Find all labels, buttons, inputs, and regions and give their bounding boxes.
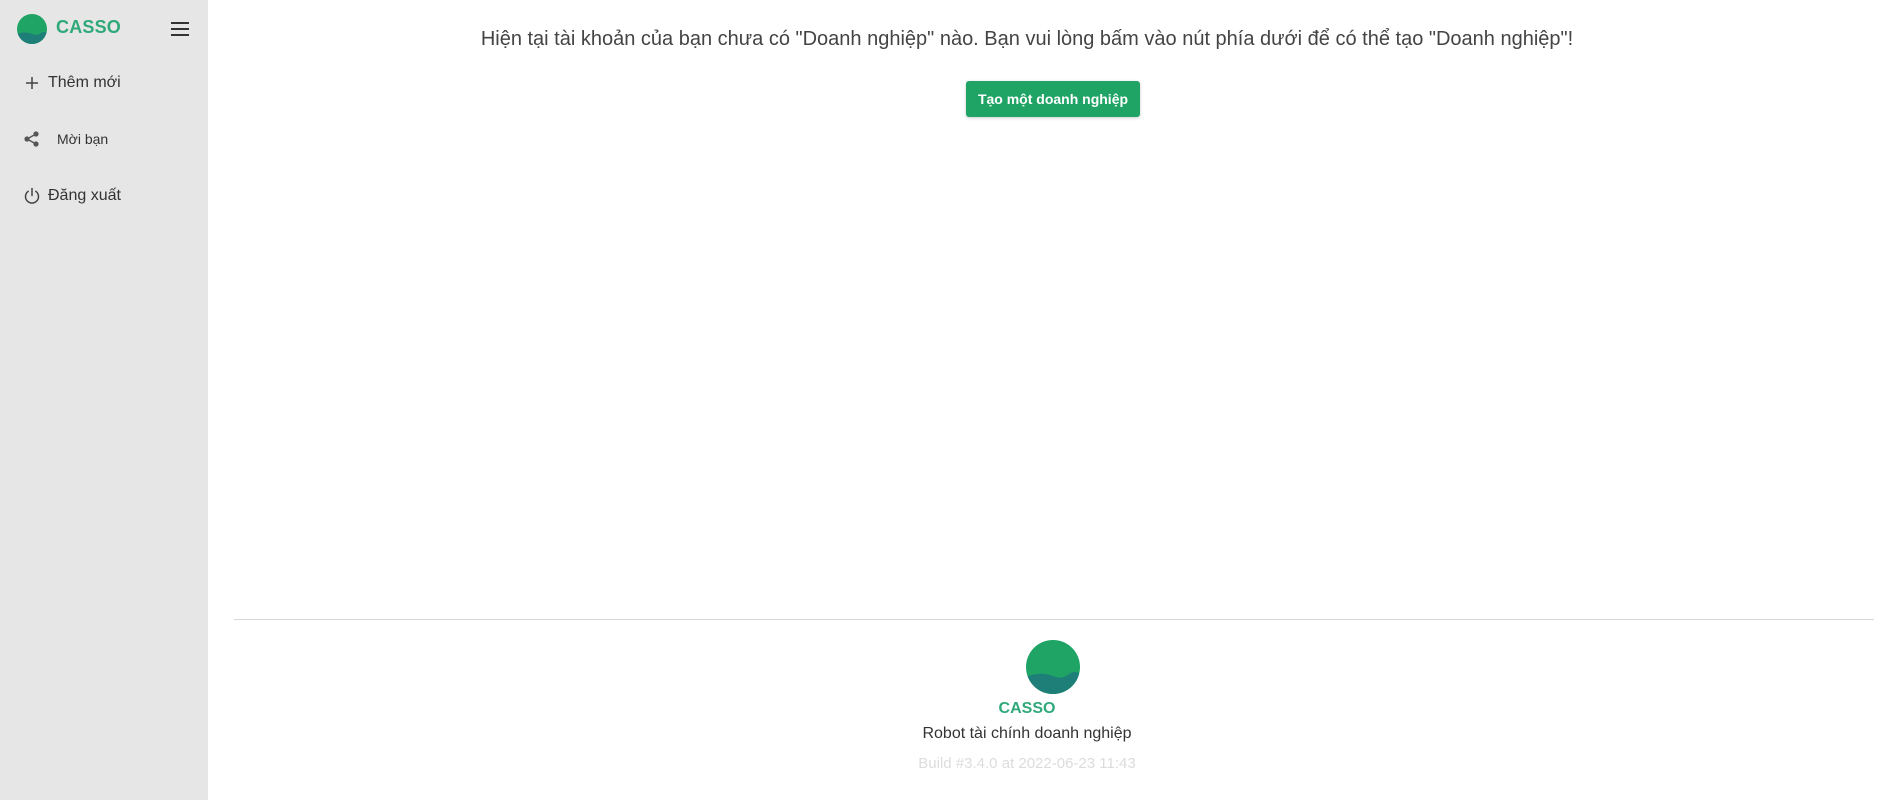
create-business-button[interactable]: Tạo một doanh nghiệp [966,81,1140,117]
sidebar-item-label: Mời bạn [57,131,109,147]
sidebar-item-logout[interactable]: Đăng xuất [0,176,208,216]
footer-divider [234,619,1874,620]
footer-brand-name: CASSO [998,700,1056,717]
brand-name[interactable]: CASSO [56,17,121,38]
sidebar-header: CASSO [0,0,208,56]
casso-logo-icon[interactable] [17,14,47,44]
main-content: Hiện tại tài khoản của bạn chưa có "Doan… [208,0,1900,800]
build-info: Build #3.4.0 at 2022-06-23 11:43 [918,755,1136,772]
footer-tagline: Robot tài chính doanh nghiệp [922,725,1132,742]
sidebar-item-add-new[interactable]: Thêm mới [0,63,208,103]
app: CASSO Thêm mới Mời bạn Đăng xuất Hiện tạ… [0,0,1900,800]
sidebar-item-label: Thêm mới [48,74,121,91]
sidebar: CASSO Thêm mới Mời bạn Đăng xuất [0,0,208,800]
plus-icon [22,73,42,93]
sidebar-item-invite[interactable]: Mời bạn [0,119,208,159]
sidebar-item-label: Đăng xuất [48,187,121,204]
empty-state-message: Hiện tại tài khoản của bạn chưa có "Doan… [480,28,1574,50]
share-icon [22,129,42,149]
power-icon [22,186,42,206]
hamburger-menu-icon[interactable] [168,18,192,40]
casso-footer-logo-icon [1026,640,1080,694]
